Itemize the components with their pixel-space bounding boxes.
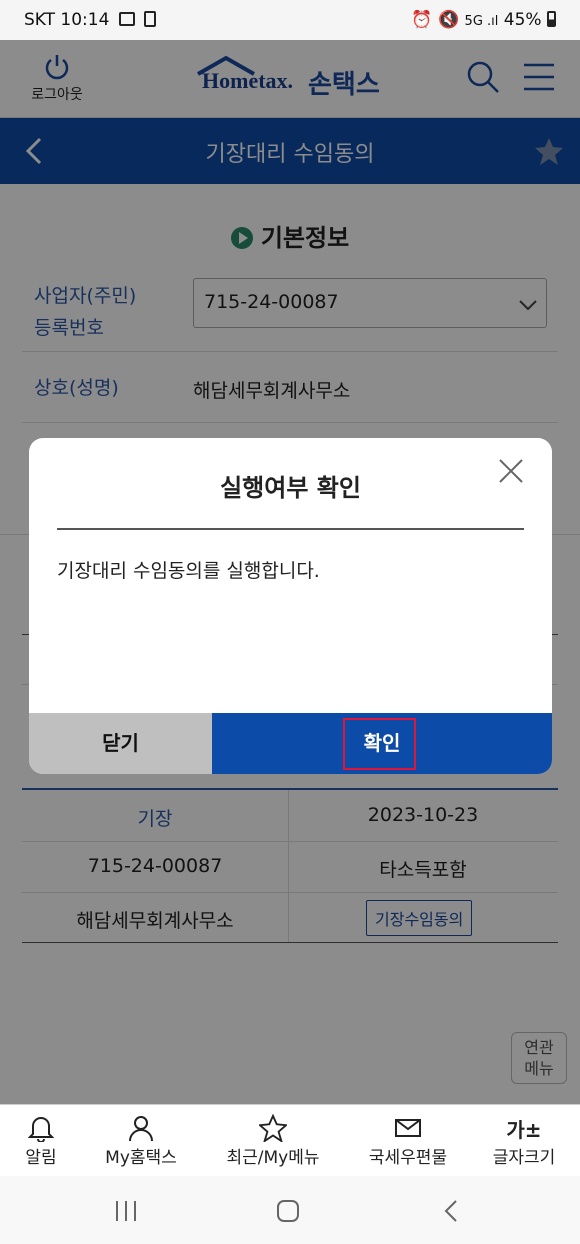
person-icon (129, 1116, 153, 1142)
tab-tax-mail[interactable]: 국세우편물 (360, 1113, 456, 1168)
alarm-icon: ⏰ (411, 10, 433, 30)
mail-icon (395, 1119, 421, 1137)
status-left: SKT 10:14 (24, 10, 157, 30)
home-icon[interactable] (276, 1199, 300, 1223)
system-nav-bar (0, 1176, 580, 1244)
status-bar: SKT 10:14 ⏰ 🔇 5G .ıl 45% (0, 0, 580, 40)
recent-apps-icon[interactable] (114, 1200, 138, 1222)
back-nav-icon[interactable] (443, 1199, 459, 1223)
dialog-message: 기장대리 수임동의를 실행합니다. (57, 560, 320, 582)
close-icon[interactable] (498, 458, 524, 484)
confirm-dialog: 실행여부 확인 기장대리 수임동의를 실행합니다. 닫기 확인 (29, 438, 552, 774)
status-right: ⏰ 🔇 5G .ıl 45% (411, 10, 556, 30)
tab-label: 글자크기 (492, 1148, 556, 1168)
tab-label: My홈택스 (105, 1148, 177, 1168)
battery-level: 45% (503, 10, 542, 30)
clock: 10:14 (60, 10, 110, 30)
tab-alarm[interactable]: 알림 (10, 1113, 72, 1168)
dialog-divider (57, 528, 524, 530)
gallery-icon (118, 12, 135, 26)
tab-label: 최근/My메뉴 (226, 1148, 320, 1168)
bell-icon (28, 1117, 54, 1142)
font-size-icon: 가± (506, 1117, 542, 1142)
carrier: SKT (24, 10, 56, 30)
dialog-title: 실행여부 확인 (220, 474, 361, 502)
bottom-tab-bar: 알림 My홈택스 최근/My메뉴 국세우편물 가± 글자크기 (0, 1104, 580, 1176)
tab-label: 국세우편물 (368, 1148, 448, 1168)
tab-my-hometax[interactable]: My홈택스 (96, 1113, 186, 1168)
star-icon (259, 1114, 287, 1142)
signal-icon: 5G .ıl (464, 14, 499, 29)
highlight-box (343, 718, 416, 770)
close-button[interactable]: 닫기 (29, 713, 212, 774)
tab-recent-menu[interactable]: 최근/My메뉴 (218, 1113, 328, 1168)
tab-font-size[interactable]: 가± 글자크기 (482, 1113, 566, 1169)
phone-icon (144, 11, 157, 27)
battery-icon (547, 11, 556, 27)
mute-icon: 🔇 (437, 10, 460, 30)
tab-label: 알림 (25, 1148, 57, 1168)
